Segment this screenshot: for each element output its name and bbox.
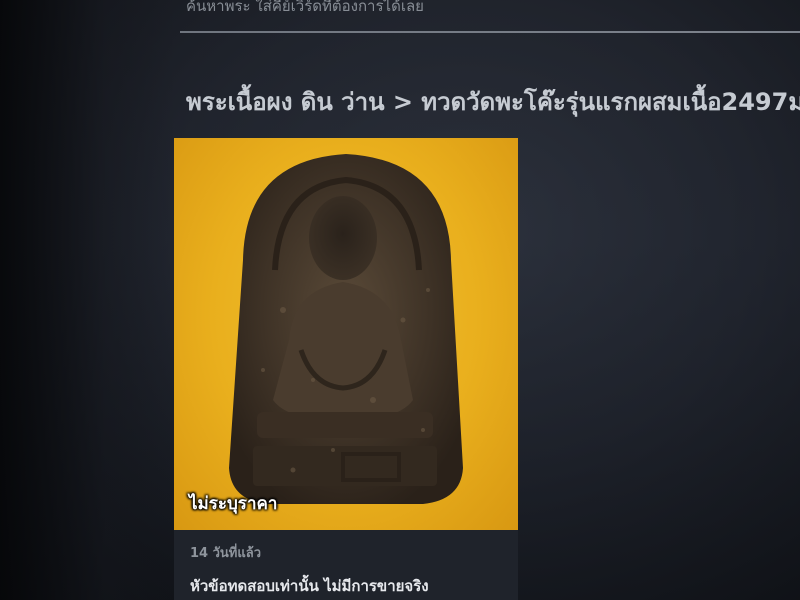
price-label: ไม่ระบุราคา — [189, 494, 278, 514]
page-title: พระเนื้อผง ดิน ว่าน > ทวดวัดพะโค๊ะรุ่นแร… — [186, 88, 800, 116]
posted-time: 14 วันที่แล้ว — [190, 546, 262, 561]
search-hint[interactable]: ค้นหาพระ ใส่คีย์เวิร์ดที่ต้องการได้เลย — [186, 0, 424, 18]
listing-title-link[interactable]: หัวข้อทดสอบเท่านั้น ไม่มีการขายจริง — [190, 574, 429, 598]
monitor-screen: ค้นหาพระ ใส่คีย์เวิร์ดที่ต้องการได้เลย พ… — [0, 0, 800, 600]
amulet-icon — [229, 154, 463, 504]
listing-image[interactable]: ไม่ระบุราคา — [174, 138, 518, 530]
header-divider — [180, 31, 800, 33]
left-shadow — [0, 0, 175, 600]
